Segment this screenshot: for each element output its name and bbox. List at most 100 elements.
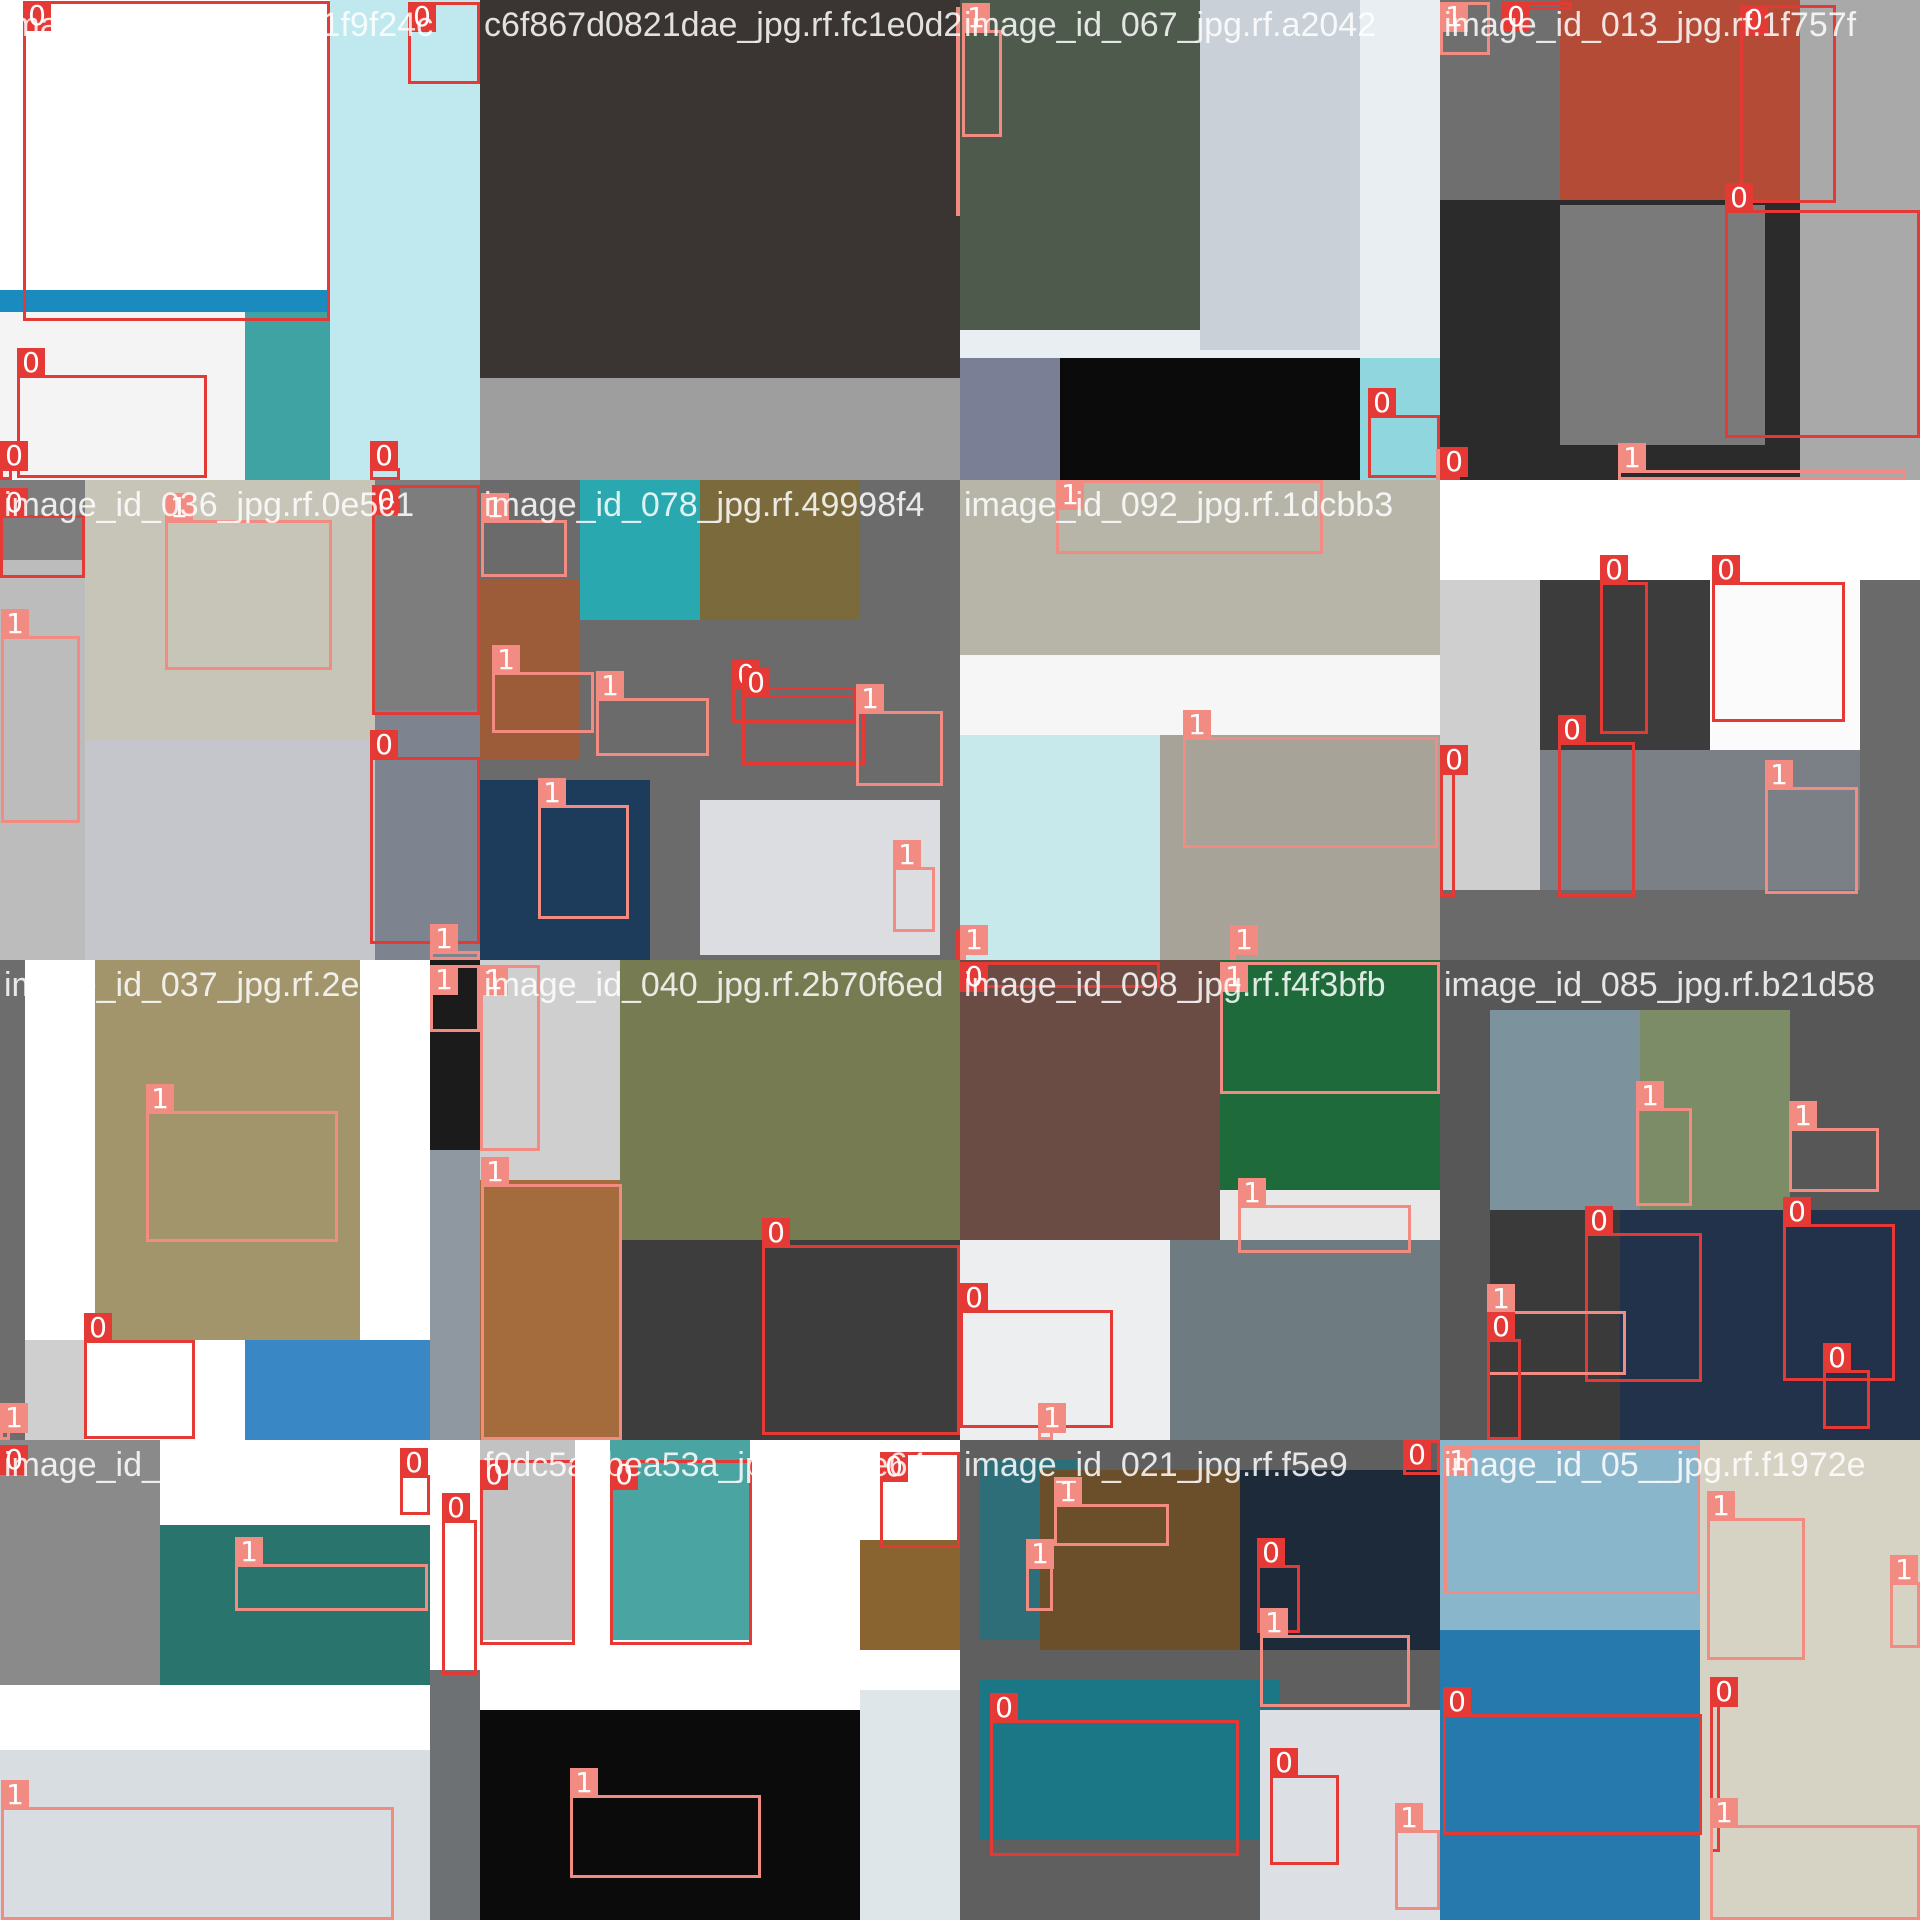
mosaic-tile: 1 1 0 1 0 0 1 0 image_id_021_jpg.rf.f5e9 — [960, 1440, 1440, 1920]
bounding-box-class-0: 0 — [1823, 1343, 1870, 1429]
bounding-box-class-1: 1 — [1789, 1101, 1879, 1192]
bounding-box-class-1: 1 — [1395, 1803, 1440, 1910]
class-label: 1 — [1707, 1491, 1735, 1521]
class-label: 1 — [1, 609, 29, 639]
class-label: 1 — [1765, 760, 1793, 790]
image-region — [1170, 1240, 1440, 1440]
bounding-box-class-0: 0 — [762, 1218, 960, 1435]
mosaic-tile: 1 1 0 0 1 0 0 image_id_085_jpg.rf.b21d58 — [1440, 960, 1920, 1440]
image-region — [245, 312, 330, 480]
tile-filename: image_id_036_jpg.rf.0e5c1 — [4, 486, 415, 524]
class-label: 1 — [570, 1768, 598, 1798]
class-label: 1 — [856, 684, 884, 714]
class-label: 0 — [84, 1313, 112, 1343]
class-label: 1 — [538, 778, 566, 808]
bounding-box-class-0: 0 — [1712, 555, 1845, 722]
image-region — [1490, 1010, 1640, 1210]
mosaic-tile: 1 0 1 1 image_id_037_jpg.rf.2ed2af — [0, 960, 480, 1440]
image-region — [430, 1670, 480, 1920]
detection-mosaic: 00000image_id_071_jpg.rf.1f9f24c1c6f867d… — [0, 0, 1920, 1920]
class-label: 1 — [1890, 1555, 1918, 1585]
bounding-box-class-1: 1 — [1, 609, 80, 823]
tile-filename: f0dc5aebea53a_jpg.rf.32fe64 — [484, 1446, 927, 1484]
image-region — [85, 740, 375, 960]
class-label: 0 — [1257, 1538, 1285, 1568]
bounding-box-class-0: 0 — [1440, 745, 1468, 897]
bounding-box-class-0: 0 — [1725, 183, 1920, 438]
bounding-box-class-0: 0 — [370, 730, 480, 944]
class-label: 1 — [960, 925, 988, 955]
bounding-box-class-0: 0 — [1270, 1748, 1339, 1865]
bounding-box-class-1: 1 — [1038, 1403, 1066, 1440]
mosaic-tile: 1 1 0 image_id_040_jpg.rf.2b70f6ed — [480, 960, 960, 1440]
tile-filename: image_id_098_jpg.rf.f4f3bfb — [964, 966, 1386, 1004]
class-label: 0 — [1440, 745, 1468, 775]
class-label: 0 — [442, 1493, 470, 1523]
class-label: 0 — [1487, 1312, 1515, 1342]
class-label: 0 — [370, 730, 398, 760]
mosaic-tile: 101image_id_067_jpg.rf.a2042 — [960, 0, 1440, 480]
bounding-box-class-1: 1 — [1054, 1477, 1169, 1546]
bounding-box-class-1: 1 — [1260, 1608, 1410, 1707]
tile-filename: image_id_085_jpg.rf.b21d58 — [1444, 966, 1876, 1004]
class-label: 0 — [1783, 1197, 1811, 1227]
image-region — [860, 1540, 960, 1650]
bounding-box-class-1: 1 — [146, 1084, 338, 1242]
image-region — [245, 1340, 430, 1440]
class-label: 0 — [762, 1218, 790, 1248]
bounding-box-class-0: 0 — [442, 1493, 477, 1675]
bounding-box-class-1: 1 — [1618, 443, 1906, 480]
bounding-box-class-1: 1 — [235, 1537, 428, 1611]
class-label: 1 — [1789, 1101, 1817, 1131]
bounding-box-class-0: 0 — [1558, 715, 1635, 897]
class-label: 1 — [1395, 1803, 1423, 1833]
class-label: 1 — [1183, 710, 1211, 740]
class-label: 0 — [960, 1283, 988, 1313]
tile-filename: image_id_015_jpg.rf.b15 — [4, 1446, 379, 1484]
bounding-box-class-1: 1 — [893, 840, 935, 932]
bounding-box-class-0: 0 — [1368, 388, 1440, 478]
bounding-box-class-1: 1 — [492, 645, 594, 733]
class-label: 0 — [990, 1693, 1018, 1723]
class-label: 1 — [1238, 1178, 1266, 1208]
bounding-box-class-1: 1 — [430, 965, 480, 1032]
tile-filename: image_id_078_jpg.rf.49998f4 — [484, 486, 925, 524]
class-label: 0 — [1823, 1343, 1851, 1373]
mosaic-tile: 0 0 0 1 f0dc5aebea53a_jpg.rf.32fe64 — [480, 1440, 960, 1920]
tile-filename: image_id_037_jpg.rf.2ed2af — [4, 966, 426, 1004]
bounding-box-class-1: 1 — [1238, 1178, 1411, 1253]
tile-filename: image_id_013_jpg.rf.1f757f — [1444, 6, 1857, 44]
bounding-box-class-0: 0 — [742, 668, 865, 765]
image-region — [960, 358, 1060, 480]
bounding-box-class-0: 0 — [1403, 1440, 1440, 1475]
bounding-box-class-1: 1 — [596, 671, 709, 756]
class-label: 0 — [1710, 1677, 1738, 1707]
bounding-box-class-1: 1 — [165, 493, 332, 670]
mosaic-tile: 111001110image_id_078_jpg.rf.49998f4 — [480, 480, 960, 960]
image-region — [860, 1690, 960, 1920]
mosaic-tile: 1 1 1 0 0 1 image_id_05__jpg.rf.f1972e — [1440, 1440, 1920, 1920]
bounding-box-class-0: 0 — [990, 1693, 1239, 1856]
bounding-box-class-1: 1 — [1707, 1491, 1805, 1660]
tile-filename: image_id_05__jpg.rf.f1972e — [1444, 1446, 1866, 1484]
class-label: 1 — [1636, 1081, 1664, 1111]
class-label: 0 — [17, 348, 45, 378]
class-label: 0 — [1440, 447, 1468, 477]
class-label: 0 — [1585, 1206, 1613, 1236]
bounding-box-class-1: 1 — [962, 3, 1002, 137]
class-label: 0 — [370, 441, 398, 471]
mosaic-tile: 1 1 1 1 image_id_092_jpg.rf.1dcbb3 — [960, 480, 1440, 960]
class-label: 1 — [1230, 925, 1258, 955]
image-region — [480, 0, 960, 378]
class-label: 1 — [1260, 1608, 1288, 1638]
bounding-box-class-0: 0 — [84, 1313, 195, 1439]
bounding-box-class-1: 1 — [481, 493, 567, 577]
tile-filename: image_id_067_jpg.rf.a2042 — [964, 6, 1377, 44]
class-label: 0 — [0, 441, 28, 471]
bounding-box-class-1: 1 — [960, 925, 988, 960]
bounding-box-class-1: 1 — [1026, 1539, 1054, 1611]
mosaic-tile: 1 0 0 0 1 0 image_id_013_jpg.rf.1f757f — [1440, 0, 1920, 480]
class-label: 1 — [596, 671, 624, 701]
bounding-box-class-0: 0 — [1487, 1312, 1521, 1440]
bounding-box-class-0: 0 — [370, 441, 400, 480]
